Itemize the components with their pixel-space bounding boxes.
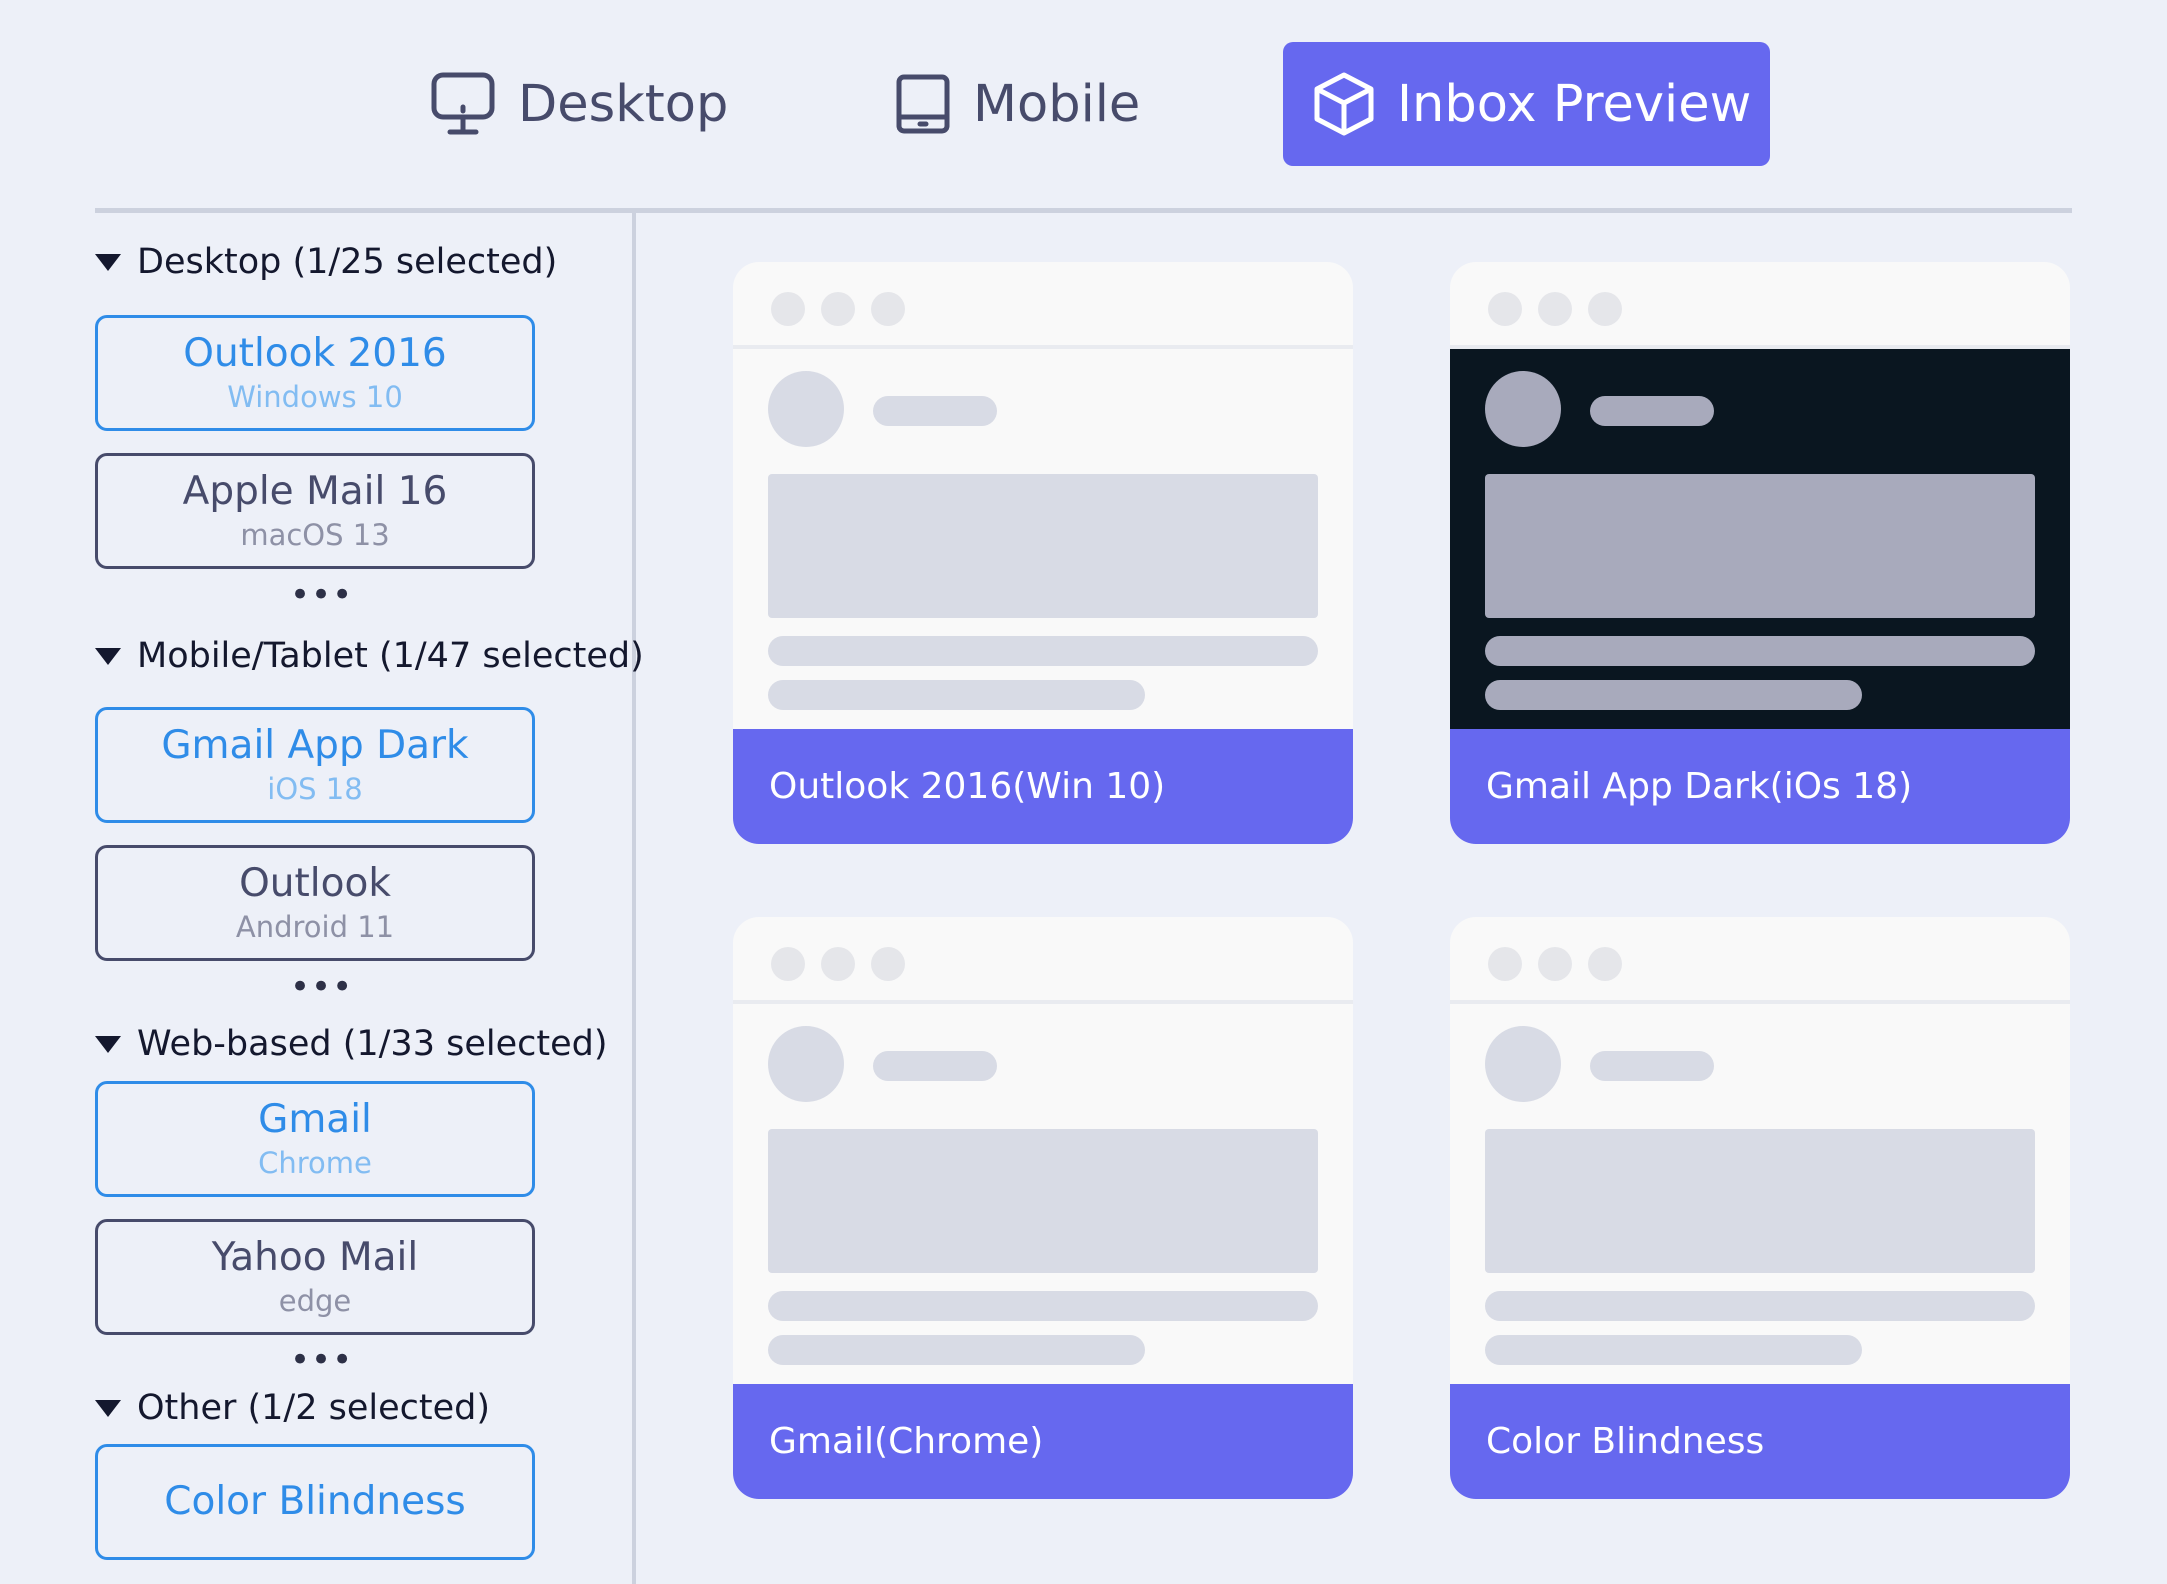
- sender-placeholder: [873, 396, 997, 426]
- preview-card-label: Outlook 2016(Win 10): [733, 729, 1353, 844]
- group-desktop-header[interactable]: Desktop (1/25 selected): [95, 242, 557, 282]
- email-preview-body: [1450, 349, 2070, 729]
- client-platform: iOS 18: [267, 772, 363, 806]
- group-mobile-header[interactable]: Mobile/Tablet (1/47 selected): [95, 636, 644, 676]
- tab-desktop-label: Desktop: [518, 74, 729, 134]
- email-preview-body: [733, 349, 1353, 729]
- preview-card-label: Gmail(Chrome): [733, 1384, 1353, 1499]
- tab-mobile[interactable]: Mobile: [895, 42, 1140, 166]
- group-web-title: Web-based (1/33 selected): [137, 1024, 608, 1064]
- client-platform: Android 11: [235, 910, 395, 944]
- client-outlook-android[interactable]: Outlook Android 11: [95, 845, 535, 961]
- caret-down-icon: [95, 1035, 121, 1053]
- client-gmail-app-dark[interactable]: Gmail App Dark iOS 18: [95, 707, 535, 823]
- avatar-placeholder: [768, 371, 844, 447]
- client-name: Gmail App Dark: [161, 723, 469, 768]
- client-yahoo-mail[interactable]: Yahoo Mail edge: [95, 1219, 535, 1335]
- email-preview-body: [1450, 1004, 2070, 1384]
- text-line-placeholder: [768, 1291, 1318, 1321]
- preview-card-label: Color Blindness: [1450, 1384, 2070, 1499]
- client-name: Color Blindness: [164, 1479, 466, 1524]
- preview-card-color-blindness[interactable]: Color Blindness: [1450, 917, 2070, 1499]
- image-placeholder: [1485, 1129, 2035, 1273]
- group-other-header[interactable]: Other (1/2 selected): [95, 1388, 490, 1428]
- tablet-icon: [895, 73, 951, 135]
- more-mobile-clients[interactable]: •••: [290, 967, 353, 1007]
- tab-desktop[interactable]: Desktop: [430, 42, 728, 166]
- monitor-icon: [430, 71, 496, 137]
- client-platform: Chrome: [258, 1146, 372, 1180]
- text-line-placeholder: [1485, 680, 1862, 710]
- client-name: Yahoo Mail: [211, 1235, 419, 1280]
- client-platform: edge: [278, 1284, 352, 1318]
- email-preview-body: [733, 1004, 1353, 1384]
- group-mobile-title: Mobile/Tablet (1/47 selected): [137, 636, 644, 676]
- sidebar-divider: [632, 212, 636, 1584]
- caret-down-icon: [95, 1399, 121, 1417]
- group-desktop-title: Desktop (1/25 selected): [137, 242, 558, 282]
- group-other-title: Other (1/2 selected): [137, 1388, 491, 1428]
- client-name: Apple Mail 16: [182, 469, 448, 514]
- tab-inbox-preview-label: Inbox Preview: [1397, 74, 1752, 134]
- preview-card-gmail-chrome[interactable]: Gmail(Chrome): [733, 917, 1353, 1499]
- window-dots: [771, 292, 905, 326]
- group-web-header[interactable]: Web-based (1/33 selected): [95, 1024, 607, 1064]
- text-line-placeholder: [1485, 1335, 1862, 1365]
- avatar-placeholder: [768, 1026, 844, 1102]
- caret-down-icon: [95, 253, 121, 271]
- preview-card-gmail-app-dark[interactable]: Gmail App Dark(iOs 18): [1450, 262, 2070, 844]
- preview-card-outlook-2016[interactable]: Outlook 2016(Win 10): [733, 262, 1353, 844]
- client-name: Outlook: [239, 861, 391, 906]
- avatar-placeholder: [1485, 1026, 1561, 1102]
- image-placeholder: [768, 474, 1318, 618]
- window-dots: [771, 947, 905, 981]
- more-desktop-clients[interactable]: •••: [290, 575, 353, 615]
- client-platform: macOS 13: [240, 518, 390, 552]
- sender-placeholder: [873, 1051, 997, 1081]
- text-line-placeholder: [768, 680, 1145, 710]
- tab-mobile-label: Mobile: [973, 74, 1141, 134]
- client-apple-mail-16[interactable]: Apple Mail 16 macOS 13: [95, 453, 535, 569]
- text-line-placeholder: [1485, 1291, 2035, 1321]
- image-placeholder: [1485, 474, 2035, 618]
- window-dots: [1488, 292, 1622, 326]
- avatar-placeholder: [1485, 371, 1561, 447]
- preview-card-label: Gmail App Dark(iOs 18): [1450, 729, 2070, 844]
- cube-icon: [1313, 71, 1375, 137]
- client-platform: Windows 10: [227, 380, 403, 414]
- sender-placeholder: [1590, 396, 1714, 426]
- header-divider: [95, 208, 2072, 213]
- client-color-blindness[interactable]: Color Blindness: [95, 1444, 535, 1560]
- client-gmail-chrome[interactable]: Gmail Chrome: [95, 1081, 535, 1197]
- sender-placeholder: [1590, 1051, 1714, 1081]
- text-line-placeholder: [768, 1335, 1145, 1365]
- window-dots: [1488, 947, 1622, 981]
- caret-down-icon: [95, 647, 121, 665]
- client-outlook-2016[interactable]: Outlook 2016 Windows 10: [95, 315, 535, 431]
- text-line-placeholder: [1485, 636, 2035, 666]
- more-web-clients[interactable]: •••: [290, 1340, 353, 1380]
- tab-inbox-preview[interactable]: Inbox Preview: [1283, 42, 1770, 166]
- client-name: Gmail: [258, 1097, 372, 1142]
- image-placeholder: [768, 1129, 1318, 1273]
- text-line-placeholder: [768, 636, 1318, 666]
- client-name: Outlook 2016: [183, 331, 447, 376]
